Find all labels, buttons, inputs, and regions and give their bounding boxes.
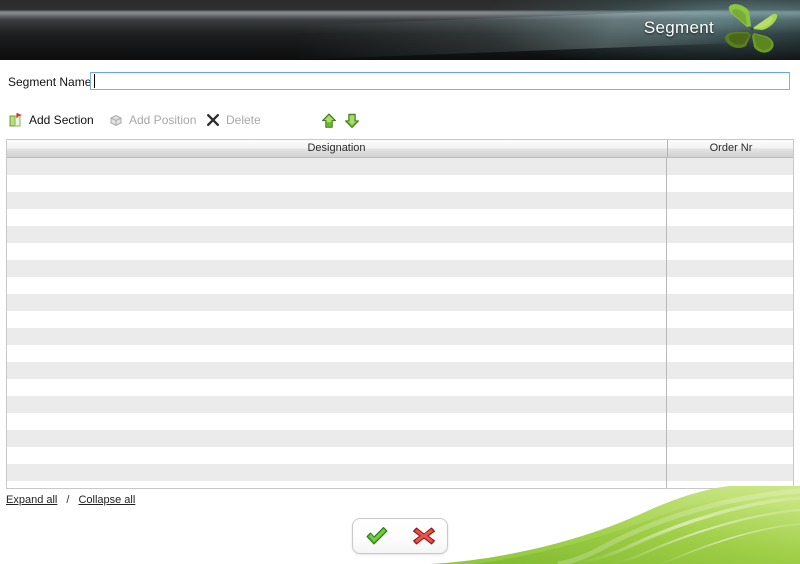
arrow-up-icon (320, 112, 336, 128)
toolbar: Add Section Add Position Delete (0, 108, 800, 138)
add-section-icon (8, 112, 24, 128)
arrow-down-icon (343, 112, 359, 128)
green-check-icon (366, 527, 387, 545)
move-down-button[interactable] (343, 108, 363, 132)
table-row[interactable] (7, 158, 793, 175)
column-header-designation[interactable]: Designation (7, 140, 666, 157)
title-bar: Segment (0, 0, 800, 60)
segment-name-input[interactable] (90, 72, 790, 90)
green-swoosh-decoration (430, 486, 800, 564)
table-row[interactable] (7, 226, 793, 243)
delete-label: Delete (226, 113, 261, 127)
table-body (7, 158, 793, 488)
expand-all-link[interactable]: Expand all (6, 494, 57, 506)
add-section-label: Add Section (29, 113, 94, 127)
table-row[interactable] (7, 243, 793, 260)
column-header-order-nr[interactable]: Order Nr (667, 140, 793, 157)
link-separator: / (66, 494, 70, 506)
table-row[interactable] (7, 447, 793, 464)
table-row[interactable] (7, 430, 793, 447)
add-position-icon (108, 112, 124, 128)
collapse-all-link[interactable]: Collapse all (78, 494, 135, 506)
table-row[interactable] (7, 209, 793, 226)
table-row[interactable] (7, 396, 793, 413)
table-header-row: Designation Order Nr (7, 140, 793, 158)
segment-name-label: Segment Name (8, 75, 92, 89)
table-row[interactable] (7, 277, 793, 294)
move-up-button[interactable] (320, 108, 340, 132)
table-row[interactable] (7, 328, 793, 345)
page-title: Segment (643, 18, 714, 37)
table-row[interactable] (7, 192, 793, 209)
add-section-button[interactable]: Add Section (8, 108, 94, 132)
accept-button[interactable] (360, 522, 394, 550)
segment-name-row: Segment Name (0, 60, 800, 106)
delete-button[interactable]: Delete (205, 108, 261, 132)
cancel-button[interactable] (407, 522, 441, 550)
column-divider (666, 157, 667, 488)
table-row[interactable] (7, 175, 793, 192)
table-row[interactable] (7, 362, 793, 379)
table-row[interactable] (7, 345, 793, 362)
dialog-button-bar (352, 518, 448, 554)
table-row[interactable] (7, 413, 793, 430)
table-row[interactable] (7, 464, 793, 481)
table-row[interactable] (7, 260, 793, 277)
table-row[interactable] (7, 379, 793, 396)
expand-collapse-links: Expand all / Collapse all (6, 494, 135, 506)
table-row[interactable] (7, 311, 793, 328)
delete-x-icon (205, 112, 221, 128)
table-row[interactable] (7, 294, 793, 311)
four-petal-clover-logo (725, 4, 778, 53)
red-cross-icon (412, 527, 435, 545)
segment-table: Designation Order Nr (6, 139, 794, 489)
segment-dialog: Segment Segment Name Add Section Add Pos… (0, 0, 800, 564)
add-position-label: Add Position (129, 113, 197, 127)
text-caret (94, 74, 95, 88)
add-position-button[interactable]: Add Position (108, 108, 196, 132)
